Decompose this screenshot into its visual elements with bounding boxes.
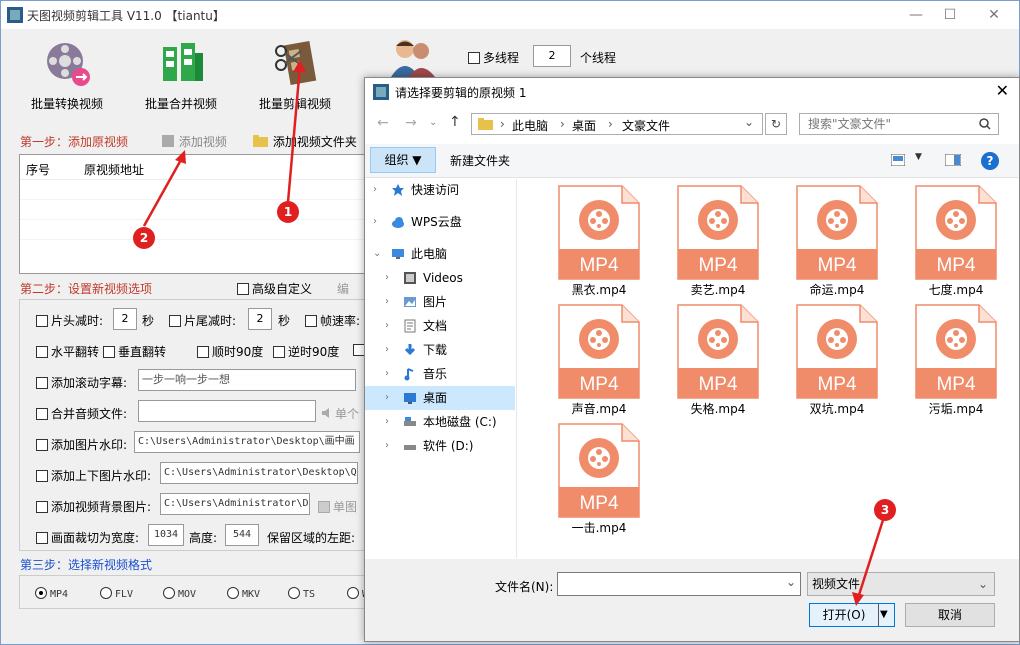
annotation-arrowhead-1 bbox=[293, 60, 306, 72]
annotation-badge-2: 2 bbox=[133, 227, 155, 249]
annotation-arrowhead-2 bbox=[175, 150, 186, 164]
annotation-arrow-2 bbox=[142, 157, 184, 227]
annotation-arrow-3 bbox=[856, 519, 885, 599]
annotation-badge-3: 3 bbox=[874, 499, 896, 521]
annotation-arrowhead-3 bbox=[852, 592, 864, 606]
annotation-badge-1: 1 bbox=[277, 201, 299, 223]
annotation-overlay bbox=[142, 60, 885, 606]
annotation-arrow-1 bbox=[286, 65, 302, 203]
